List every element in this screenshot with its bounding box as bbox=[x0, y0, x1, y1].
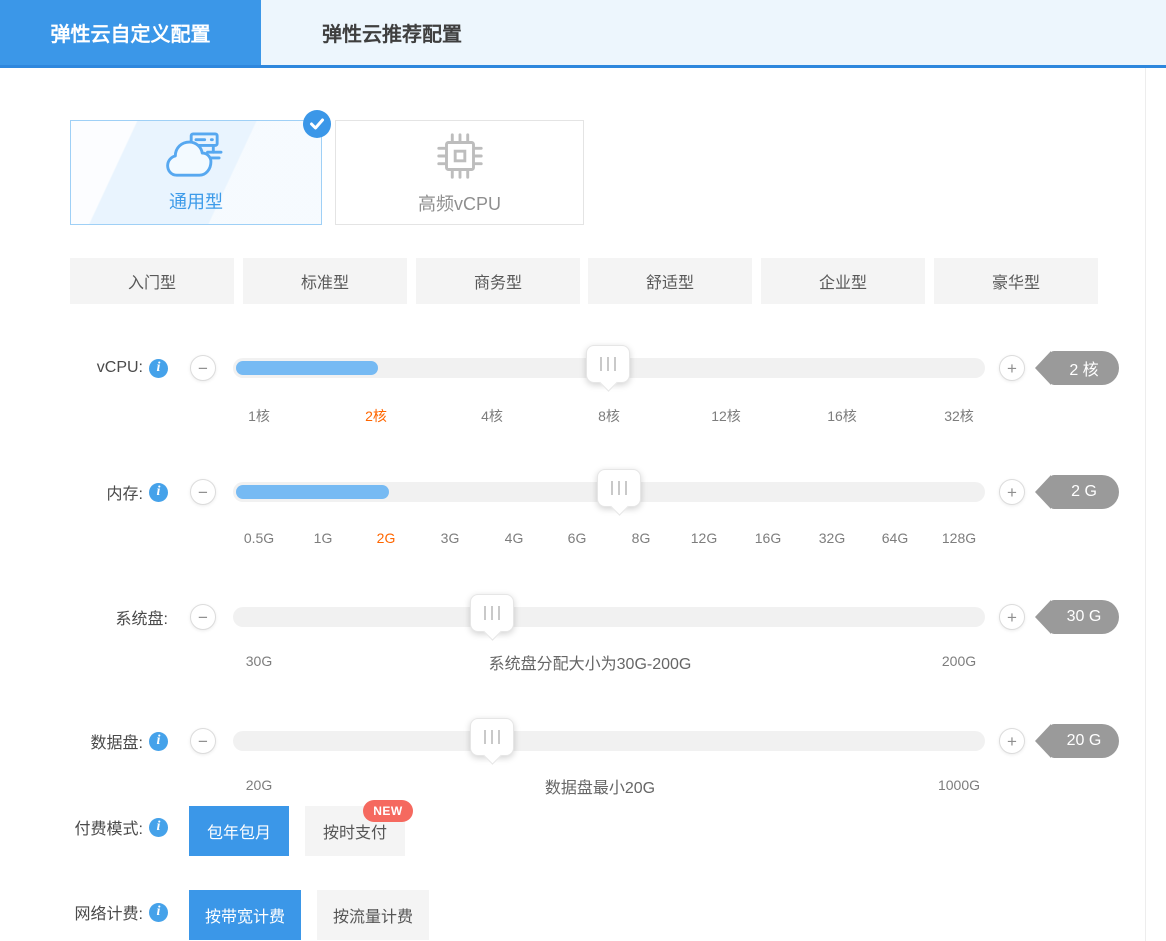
memory-tick: 0.5G bbox=[243, 530, 275, 546]
data-disk-label: 数据盘: bbox=[90, 735, 143, 752]
network-billing-label: 网络计费: bbox=[74, 906, 143, 923]
system-disk-label: 系统盘: bbox=[115, 611, 168, 628]
memory-slider-track[interactable] bbox=[233, 469, 985, 507]
new-badge: NEW bbox=[363, 800, 413, 822]
memory-tick: 16G bbox=[754, 530, 782, 546]
memory-tick: 12G bbox=[690, 530, 718, 546]
system-disk-max-label: 200G bbox=[941, 653, 977, 669]
vcpu-tick: 32核 bbox=[944, 408, 974, 424]
data-disk-slider-track[interactable] bbox=[233, 718, 985, 756]
memory-tick: 8G bbox=[631, 530, 651, 546]
memory-tick: 6G bbox=[567, 530, 587, 546]
preset-entry-button[interactable]: 入门型 bbox=[70, 258, 234, 304]
vcpu-tick-labels: 1核 2核 4核 8核 12核 16核 32核 bbox=[233, 406, 985, 428]
billing-by-traffic-button[interactable]: 按流量计费 bbox=[317, 890, 429, 940]
memory-tick: 128G bbox=[941, 530, 977, 546]
memory-tick-selected: 2G bbox=[376, 530, 396, 546]
vcpu-tick: 1核 bbox=[248, 408, 270, 424]
system-disk-range-labels: 30G 系统盘分配大小为30G-200G 200G bbox=[233, 653, 985, 675]
memory-value-badge: 2 G bbox=[1035, 475, 1119, 509]
system-disk-slider-track[interactable] bbox=[233, 594, 985, 632]
memory-tick: 4G bbox=[504, 530, 524, 546]
vcpu-slider-fill bbox=[236, 361, 378, 375]
payment-yearly-monthly-button[interactable]: 包年包月 bbox=[189, 806, 289, 856]
memory-tick: 3G bbox=[440, 530, 460, 546]
data-disk-hint: 数据盘最小20G bbox=[544, 780, 656, 797]
info-icon[interactable]: i bbox=[149, 902, 168, 922]
preset-business-button[interactable]: 商务型 bbox=[416, 258, 580, 304]
tab-recommended-config[interactable]: 弹性云推荐配置 bbox=[261, 0, 523, 65]
preset-comfort-button[interactable]: 舒适型 bbox=[588, 258, 752, 304]
vcpu-tick: 16核 bbox=[827, 408, 857, 424]
system-disk-decrease-button[interactable]: − bbox=[190, 604, 216, 630]
memory-tick: 32G bbox=[818, 530, 846, 546]
elastic-cloud-config-panel: 弹性云自定义配置 弹性云推荐配置 通用型 高频vCPU 入门型 标准型 商务型 … bbox=[0, 0, 1166, 941]
vcpu-slider-handle[interactable] bbox=[586, 345, 630, 383]
billing-by-bandwidth-button[interactable]: 按带宽计费 bbox=[189, 890, 301, 940]
vcpu-tick-selected: 2核 bbox=[365, 408, 387, 424]
memory-tick-labels: 0.5G 1G 2G 3G 4G 6G 8G 12G 16G 32G 64G 1… bbox=[233, 530, 985, 552]
preset-standard-button[interactable]: 标准型 bbox=[243, 258, 407, 304]
system-disk-value-badge: 30 G bbox=[1035, 600, 1119, 634]
system-disk-increase-button[interactable]: + bbox=[999, 604, 1025, 630]
info-icon[interactable]: i bbox=[149, 731, 168, 751]
data-disk-min-label: 20G bbox=[245, 777, 273, 793]
tab-custom-config[interactable]: 弹性云自定义配置 bbox=[0, 0, 261, 65]
vcpu-tick: 4核 bbox=[481, 408, 503, 424]
cloud-server-icon bbox=[166, 132, 223, 177]
tab-bar: 弹性云自定义配置 弹性云推荐配置 bbox=[0, 0, 1166, 68]
data-disk-max-label: 1000G bbox=[937, 777, 981, 793]
vcpu-increase-button[interactable]: + bbox=[999, 355, 1025, 381]
preset-enterprise-button[interactable]: 企业型 bbox=[761, 258, 925, 304]
data-disk-value-badge: 20 G bbox=[1035, 724, 1119, 758]
memory-slider-handle[interactable] bbox=[597, 469, 641, 507]
instance-type-card-general[interactable]: 通用型 bbox=[70, 120, 322, 225]
selected-check-icon bbox=[303, 110, 331, 138]
system-disk-min-label: 30G bbox=[245, 653, 273, 669]
data-disk-increase-button[interactable]: + bbox=[999, 728, 1025, 754]
content-right-border bbox=[1145, 68, 1146, 941]
memory-label: 内存: bbox=[106, 486, 143, 503]
memory-slider-fill bbox=[236, 485, 389, 499]
system-disk-slider-handle[interactable] bbox=[470, 594, 514, 632]
vcpu-tick: 12核 bbox=[711, 408, 741, 424]
instance-type-card-high-freq-vcpu[interactable]: 高频vCPU bbox=[335, 120, 584, 225]
vcpu-slider-track[interactable] bbox=[233, 345, 985, 383]
memory-decrease-button[interactable]: − bbox=[190, 479, 216, 505]
cpu-chip-icon bbox=[436, 133, 483, 179]
instance-type-label: 高频vCPU bbox=[417, 194, 501, 214]
vcpu-tick: 8核 bbox=[598, 408, 620, 424]
system-disk-hint: 系统盘分配大小为30G-200G bbox=[488, 656, 692, 673]
data-disk-range-labels: 20G 数据盘最小20G 1000G bbox=[233, 777, 985, 799]
data-disk-slider-handle[interactable] bbox=[470, 718, 514, 756]
vcpu-value-badge: 2 核 bbox=[1035, 351, 1119, 385]
vcpu-label: vCPU: bbox=[96, 359, 143, 376]
info-icon[interactable]: i bbox=[149, 817, 168, 837]
memory-tick: 1G bbox=[313, 530, 333, 546]
info-icon[interactable]: i bbox=[149, 482, 168, 502]
preset-deluxe-button[interactable]: 豪华型 bbox=[934, 258, 1098, 304]
info-icon[interactable]: i bbox=[149, 358, 168, 378]
payment-mode-label: 付费模式: bbox=[74, 821, 143, 838]
memory-increase-button[interactable]: + bbox=[999, 479, 1025, 505]
memory-tick: 64G bbox=[881, 530, 909, 546]
vcpu-decrease-button[interactable]: − bbox=[190, 355, 216, 381]
instance-type-label: 通用型 bbox=[169, 192, 223, 212]
data-disk-decrease-button[interactable]: − bbox=[190, 728, 216, 754]
